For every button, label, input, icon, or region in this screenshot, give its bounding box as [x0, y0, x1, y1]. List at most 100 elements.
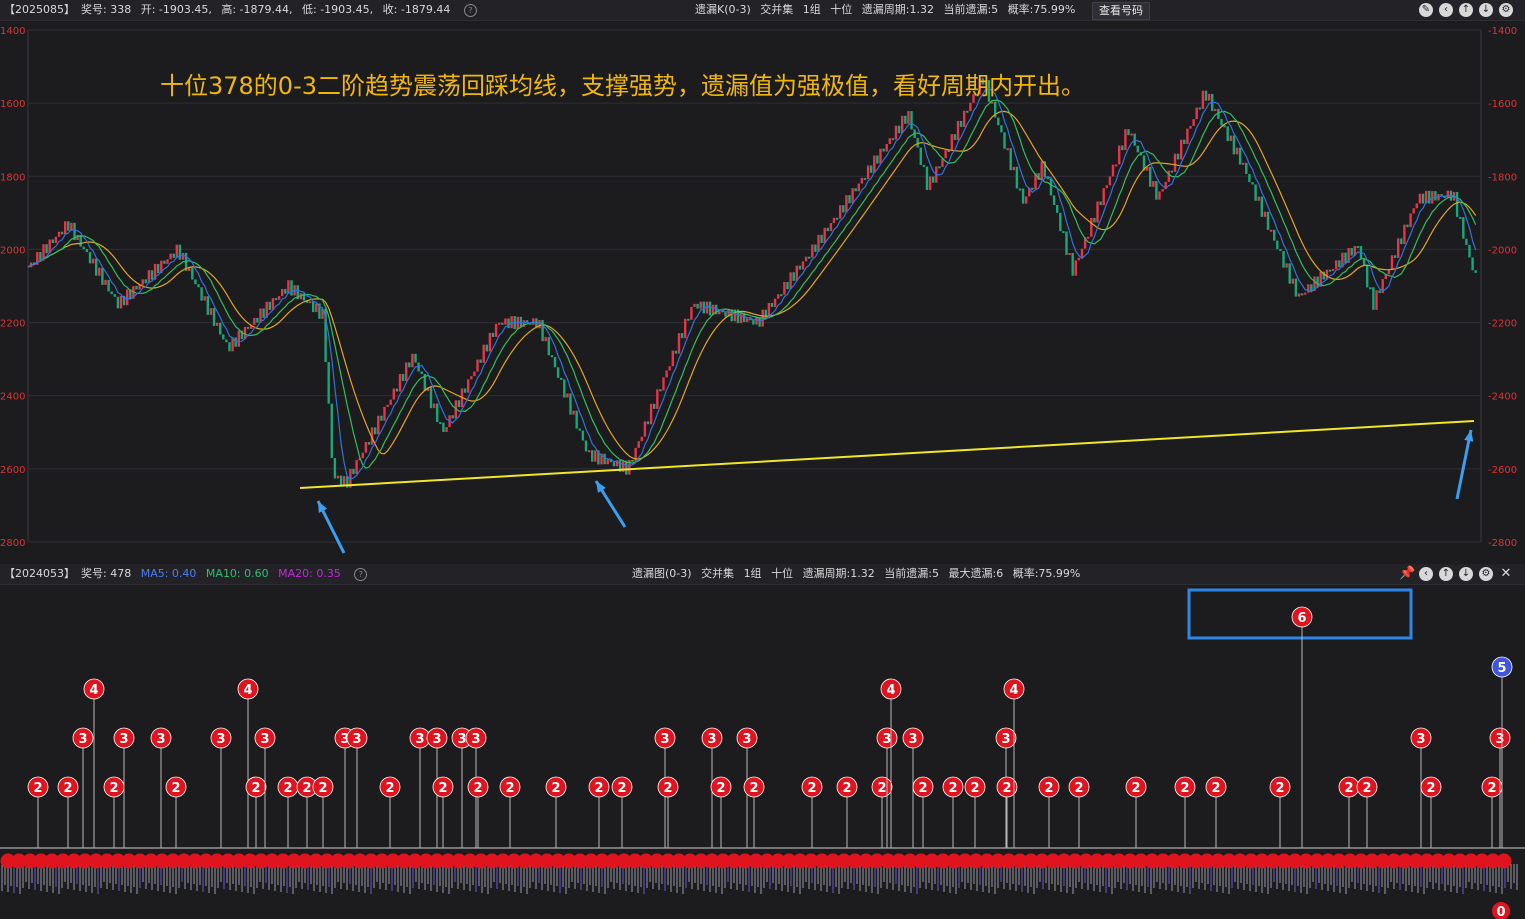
candle-up: [1090, 217, 1093, 237]
help-icon[interactable]: ?: [463, 4, 477, 17]
pin-icon[interactable]: 📌: [1399, 567, 1415, 581]
candle-down: [897, 125, 901, 134]
candle-up: [643, 421, 647, 437]
candle-down: [556, 367, 560, 378]
candle-down: [560, 377, 563, 380]
back-icon[interactable]: ‹: [1439, 3, 1453, 17]
candle-down: [163, 260, 166, 264]
candle-up: [693, 303, 696, 307]
gear-icon[interactable]: ⚙: [1479, 567, 1493, 581]
candle-up: [141, 279, 144, 285]
candle-up: [1180, 139, 1183, 160]
event-ball-label: 3: [457, 732, 466, 747]
candle-up: [637, 441, 640, 448]
candle-up: [1235, 147, 1239, 155]
event-ball-label: 2: [318, 781, 327, 796]
candle-up: [1195, 107, 1198, 120]
candle-down: [101, 267, 104, 285]
candle-down: [1220, 118, 1223, 126]
event-ball-label: 2: [842, 781, 851, 796]
candle-up: [801, 261, 805, 270]
miss-ma10: MA10: 0.60: [205, 567, 269, 580]
candle-up: [166, 259, 169, 264]
help-icon[interactable]: ?: [354, 568, 368, 581]
kline-jianghao: 奖号: 338: [81, 3, 132, 16]
candle-down: [436, 403, 439, 423]
candle-down: [1378, 290, 1381, 294]
candle-up: [572, 410, 575, 415]
candle-up: [405, 362, 408, 381]
candle-up: [277, 296, 281, 300]
candle-down: [882, 148, 885, 152]
candle-down: [687, 318, 690, 321]
candle-down: [1176, 153, 1180, 160]
candle-down: [82, 246, 85, 250]
edit-icon[interactable]: ✎: [1419, 3, 1433, 17]
event-ball-label: 3: [1416, 732, 1425, 747]
event-ball-label: 2: [877, 781, 886, 796]
candle-down: [1300, 293, 1304, 296]
arrow-up-icon[interactable]: ↑: [1459, 3, 1473, 17]
y-tick-left: 2200: [0, 319, 25, 330]
candle-down: [1369, 287, 1372, 290]
arrow-down-icon[interactable]: ↓: [1459, 567, 1473, 581]
candle-up: [860, 177, 864, 184]
candle-down: [835, 217, 839, 220]
event-ball-label: 3: [882, 732, 891, 747]
candle-down: [45, 244, 48, 254]
arrow-down-icon[interactable]: ↓: [1479, 3, 1493, 17]
max-miss-label: 6: [1297, 611, 1306, 626]
candle-up: [287, 280, 290, 294]
candle-up: [169, 253, 172, 260]
candle-down: [1251, 182, 1254, 185]
lookup-numbers-button[interactable]: 查看号码: [1092, 2, 1150, 20]
candle-up: [640, 436, 643, 442]
candle-up: [817, 234, 820, 252]
candle-down: [485, 344, 488, 352]
back-icon[interactable]: ‹: [1419, 567, 1433, 581]
candle-down: [854, 188, 857, 192]
candle-up: [544, 337, 547, 342]
close-icon[interactable]: ✕: [1499, 567, 1513, 581]
event-ball-label: 2: [617, 781, 626, 796]
candle-up: [1242, 162, 1245, 165]
candle-down: [442, 422, 445, 432]
candle-down: [1459, 216, 1462, 219]
candle-up: [1397, 238, 1400, 258]
miss-mid-item: 遗漏图(0-3): [632, 567, 692, 580]
kline-mid-info: 遗漏K(0-3) 交并集 1组 十位 遗漏周期:1.32 当前遗漏:5 概率:7…: [695, 0, 1081, 20]
candle-up: [969, 102, 972, 112]
event-ball-label: 3: [1495, 732, 1504, 747]
candle-down: [780, 294, 783, 297]
candle-up: [1161, 189, 1164, 192]
candle-down: [569, 393, 572, 415]
candle-down: [1316, 276, 1319, 287]
plot-area: [27, 29, 1482, 543]
candle-down: [1400, 238, 1403, 245]
gear-icon[interactable]: ⚙: [1499, 3, 1513, 17]
candle-up: [656, 389, 659, 409]
candle-down: [246, 326, 250, 329]
candle-down: [953, 134, 957, 141]
candle-up: [470, 376, 473, 380]
candle-up: [364, 441, 368, 453]
event-ball-label: 2: [171, 781, 180, 796]
candle-up: [668, 366, 671, 371]
candle-up: [1158, 191, 1161, 200]
candle-up: [811, 244, 814, 258]
candle-up: [829, 223, 833, 232]
candle-down: [786, 282, 789, 290]
candle-down: [1000, 125, 1003, 133]
candle-up: [126, 289, 129, 306]
event-ball-label: 2: [807, 781, 816, 796]
candle-up: [1102, 188, 1105, 206]
candle-up: [1403, 224, 1406, 245]
candle-down: [95, 258, 98, 276]
candle-down: [550, 355, 554, 358]
candle-down: [653, 403, 656, 409]
candle-down: [60, 231, 64, 235]
kline-toolbar: ✎ ‹ ↑ ↓ ⚙: [1419, 3, 1513, 17]
arrow-up-icon[interactable]: ↑: [1439, 567, 1453, 581]
candle-down: [904, 115, 907, 124]
candle-down: [891, 138, 895, 141]
